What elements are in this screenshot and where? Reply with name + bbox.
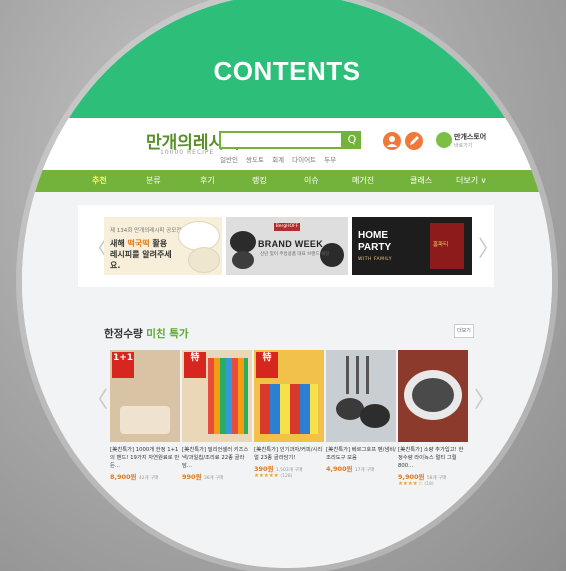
deal-next-arrow[interactable]: 〉	[474, 382, 496, 414]
store-logo-icon[interactable]	[436, 132, 452, 148]
product-rating: ★★★★☆ (18)	[398, 481, 434, 487]
nav-item-issue[interactable]: 이슈	[304, 175, 319, 186]
banner-party-title: HOME PARTY	[358, 230, 392, 253]
store-name[interactable]: 만개스토어	[454, 132, 486, 142]
product-card[interactable]: 特 [美친특가] 밀리언셀러 키즈스낵/과일칩/조리료 22종 골라담... 9…	[182, 350, 252, 481]
pan-image	[230, 231, 256, 253]
banner-brand-week[interactable]: BergHOFF BRAND WEEK 신년 맞이 주방용품 대표 브랜드 세일	[226, 217, 348, 275]
banner-brand-logo: BergHOFF	[274, 223, 300, 231]
banner-contest-headline: 새해 떡국떡 활용 레시피를 알려주세요.	[110, 239, 172, 270]
nav-item-review[interactable]: 후기	[200, 175, 215, 186]
pencil-icon[interactable]	[405, 132, 423, 150]
product-card[interactable]: 1+1 [美친특가] 1000개 한정 1+1의 밴드! 19가지 자연원료로 …	[110, 350, 180, 481]
product-image: 特	[254, 350, 324, 442]
keyword-link[interactable]: 다이어트	[292, 156, 316, 164]
screenshot-frame: CONTENTS 만개의레시피 10000 RECIPE Q 일반인 쌍도토 회…	[22, 0, 552, 568]
banner-brand-title: BRAND WEEK	[258, 239, 323, 249]
product-card[interactable]: [美친특가] 소량 추가입고! 한정수량 라이녹스 멀티 그릴 800... 9…	[398, 350, 468, 487]
banner-brand-sub: 신년 맞이 주방용품 대표 브랜드 세일	[260, 252, 330, 257]
search-input[interactable]	[219, 131, 343, 149]
product-name: [美친특가] 1000개 한정 1+1의 밴드! 19가지 자연원료로 만든..…	[110, 447, 180, 469]
deal-prev-arrow[interactable]: 〈	[86, 382, 108, 414]
caption-title: CONTENTS	[213, 56, 361, 86]
product-price: 8,900원 42개 구매	[110, 473, 159, 481]
nav-item-more[interactable]: 더보기 ∨	[456, 175, 486, 186]
banner-party-side: 홈파티	[430, 223, 464, 269]
caption-banner: CONTENTS	[22, 0, 552, 118]
keyword-link[interactable]: 회계	[272, 156, 284, 164]
popular-keywords: 일반인 쌍도토 회계 다이어트 두부	[220, 154, 342, 164]
nav-item-ranking[interactable]: 랭킹	[252, 175, 267, 186]
product-badge: 1+1	[112, 352, 134, 378]
main-content: 〈 제 134회 만개의레시피 공모전 새해 떡국떡 활용 레시피를 알려주세요.…	[22, 192, 552, 568]
site-logo-sub: 10000 RECIPE	[160, 149, 215, 156]
product-name: [美친특가] 소량 추가입고! 한정수량 라이녹스 멀티 그릴 800...	[398, 447, 464, 469]
nav-item-class[interactable]: 클래스	[410, 175, 432, 186]
product-badge: 特	[256, 352, 278, 378]
banner-carousel: 〈 제 134회 만개의레시피 공모전 새해 떡국떡 활용 레시피를 알려주세요.…	[78, 205, 500, 287]
product-price: 390원 1,503개 구매	[254, 465, 303, 473]
keyword-link[interactable]: 두부	[324, 156, 336, 164]
nav-item-category[interactable]: 분류	[146, 175, 161, 186]
product-card[interactable]: [美친특가] 베르그호프 펜/냄비/조리도구 모음 4,900원 17개 구매	[326, 350, 396, 473]
product-image	[326, 350, 396, 442]
user-icon[interactable]	[383, 132, 401, 150]
keyword-link[interactable]: 쌍도토	[246, 156, 264, 164]
product-name: [美친특가] 베르그호프 펜/냄비/조리도구 모음	[326, 447, 396, 461]
nav-item-recommend[interactable]: 추천	[92, 175, 107, 186]
product-image: 1+1	[110, 350, 180, 442]
product-image: 特	[182, 350, 252, 442]
store-sub: 바로가기	[454, 143, 473, 149]
search-button[interactable]: Q	[343, 131, 361, 149]
product-rating: ★★★★★ (128)	[254, 473, 293, 479]
product-card[interactable]: 特 [美친특가] 인기과자/커피/시리얼 23종 골라담기! 390원 1,50…	[254, 350, 324, 479]
deal-section-title: 한정수량 미친 특가	[104, 328, 189, 340]
product-price: 4,900원 17개 구매	[326, 465, 375, 473]
product-price: 9,900원 58개 구매	[398, 473, 447, 481]
keyword-link[interactable]: 일반인	[220, 156, 238, 164]
product-name: [美친특가] 밀리언셀러 키즈스낵/과일칩/조리료 22종 골라담...	[182, 447, 249, 469]
banner-home-party[interactable]: HOME PARTY WITH FAMILY 홈파티	[352, 217, 472, 275]
banner-party-sub: WITH FAMILY	[358, 257, 392, 262]
product-name: [美친특가] 인기과자/커피/시리얼 23종 골라담기!	[254, 447, 323, 461]
rice-cake-bowl-image	[188, 247, 220, 273]
pot-image	[232, 251, 254, 269]
product-badge: 特	[184, 352, 206, 378]
banner-next-arrow[interactable]: 〉	[478, 231, 500, 263]
nav-item-magazine[interactable]: 매거진	[352, 175, 374, 186]
main-nav: 추천 분류 후기 랭킹 이슈 매거진 클래스 더보기 ∨	[22, 170, 552, 192]
banner-contest[interactable]: 제 134회 만개의레시피 공모전 새해 떡국떡 활용 레시피를 알려주세요.	[104, 217, 222, 275]
site-header: 만개의레시피 10000 RECIPE Q 일반인 쌍도토 회계 다이어트 두부…	[22, 118, 552, 170]
deal-more-button[interactable]: 더보기	[454, 324, 474, 338]
product-image	[398, 350, 468, 442]
product-price: 990원 36개 구매	[182, 473, 224, 481]
